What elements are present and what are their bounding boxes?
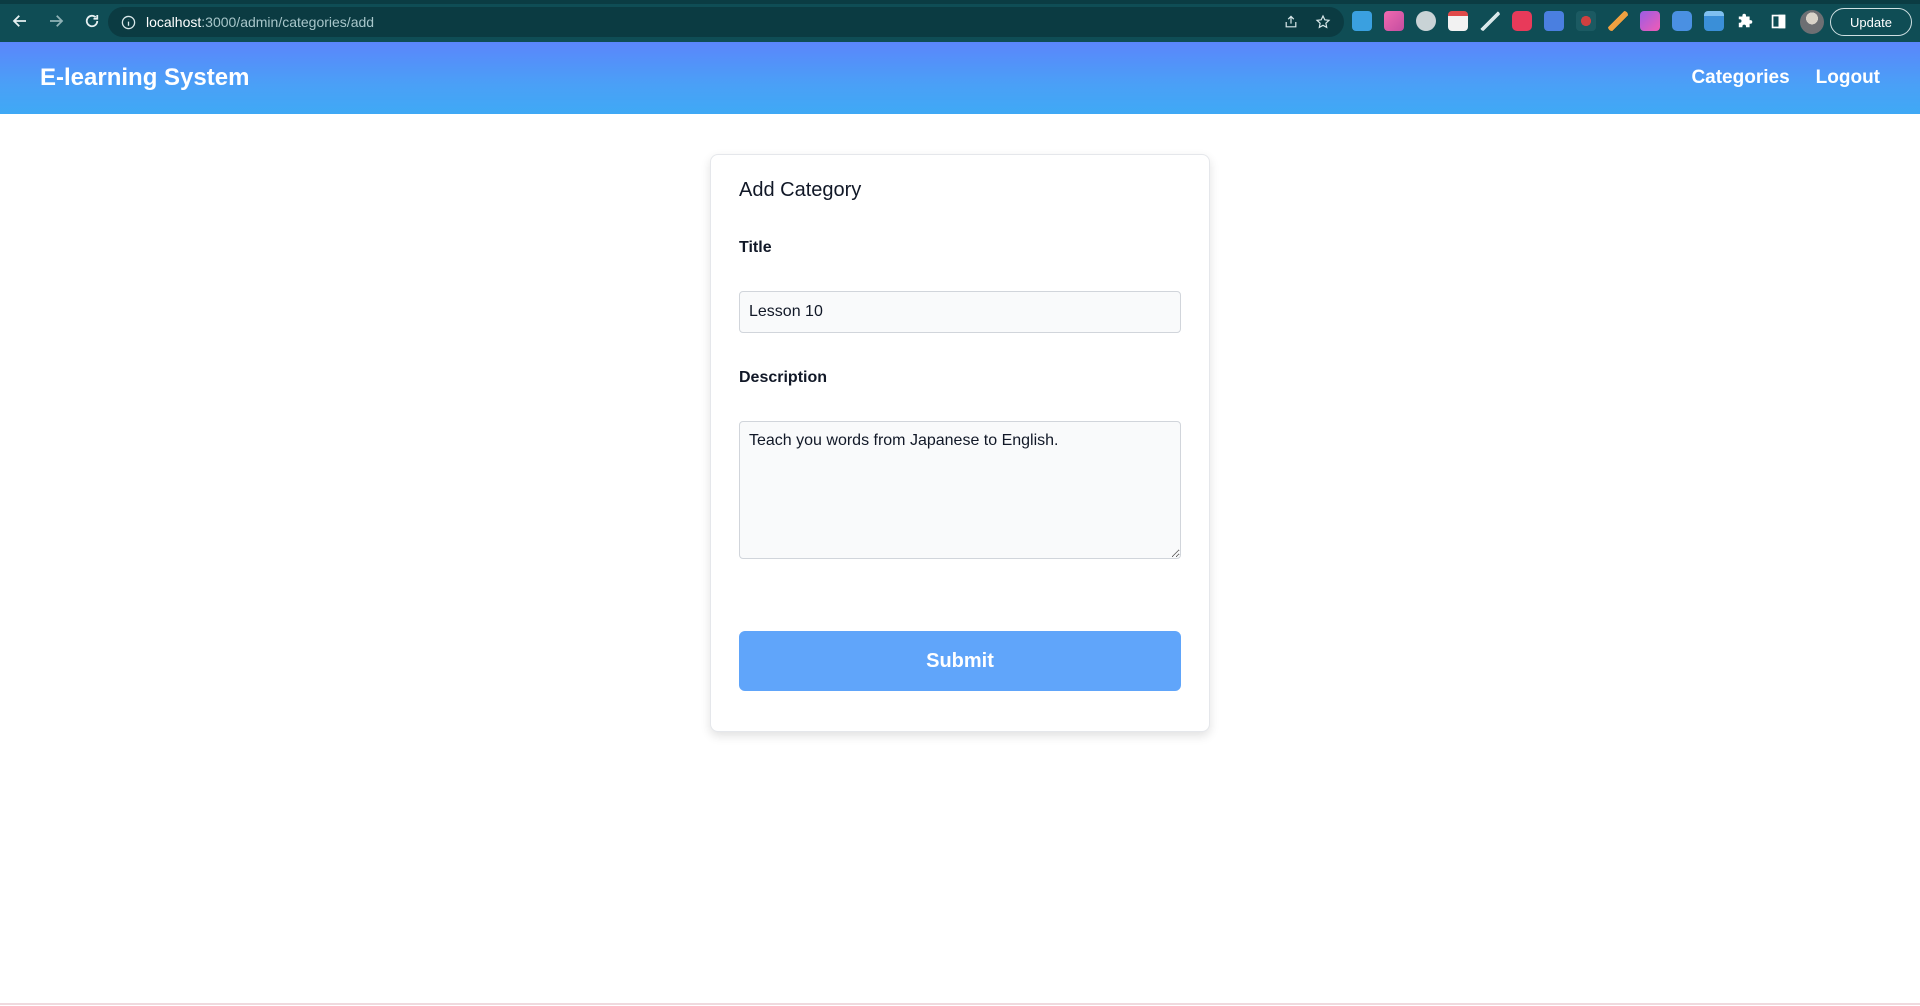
camera-ext-icon[interactable] — [1416, 11, 1436, 31]
page-bottom-border — [0, 1003, 1920, 1005]
calendar-ext-icon[interactable] — [1352, 11, 1372, 31]
browser-toolbar: localhost:3000/admin/categories/add Upd… — [0, 0, 1920, 42]
url-host: localhost — [146, 14, 202, 30]
share-icon[interactable] — [1282, 13, 1300, 31]
card-title: Add Category — [739, 179, 862, 201]
forward-button[interactable] — [40, 5, 72, 37]
info-icon[interactable] — [120, 14, 136, 30]
puzzle-icon[interactable] — [1736, 11, 1756, 31]
window-ext-icon[interactable] — [1704, 11, 1724, 31]
update-button[interactable]: Update — [1830, 8, 1912, 36]
brand-title[interactable]: E-learning System — [40, 64, 249, 92]
quill-ext-icon[interactable] — [1608, 11, 1628, 31]
red-ext-icon[interactable] — [1512, 11, 1532, 31]
extensions-strip — [1352, 11, 1788, 31]
title-input[interactable] — [739, 291, 1181, 333]
pen-ext-icon[interactable] — [1480, 11, 1500, 31]
bookmark-star-icon[interactable] — [1314, 13, 1332, 31]
arrow-left-icon — [12, 15, 26, 27]
header-nav: Categories Logout — [1691, 67, 1880, 89]
url-path: :3000/admin/categories/add — [201, 14, 375, 30]
purple-ext-icon[interactable] — [1640, 11, 1660, 31]
pink-ext-icon[interactable] — [1384, 11, 1404, 31]
nav-categories-link[interactable]: Categories — [1691, 67, 1789, 89]
app-header: E-learning System Categories Logout — [0, 42, 1920, 114]
arrow-right-icon — [50, 15, 64, 27]
description-label: Description — [739, 369, 828, 386]
reload-icon — [85, 14, 99, 28]
notes-ext-icon[interactable] — [1448, 11, 1468, 31]
record-ext-icon[interactable] — [1576, 11, 1596, 31]
submit-button[interactable]: Submit — [739, 631, 1181, 691]
tab-strip-edge — [0, 0, 1920, 4]
font-ext-icon[interactable] — [1672, 11, 1692, 31]
address-bar[interactable]: localhost:3000/admin/categories/add — [108, 7, 1344, 37]
profile-avatar[interactable] — [1800, 10, 1824, 34]
reload-button[interactable] — [76, 5, 108, 37]
description-textarea[interactable]: Teach you words from Japanese to English… — [739, 421, 1181, 559]
nav-logout-link[interactable]: Logout — [1816, 67, 1880, 89]
translate-ext-icon[interactable] — [1544, 11, 1564, 31]
back-button[interactable] — [4, 5, 36, 37]
add-category-card: Add Category Title Description Teach you… — [710, 154, 1210, 732]
title-label: Title — [739, 239, 772, 256]
sidepanel-icon[interactable] — [1768, 11, 1788, 31]
